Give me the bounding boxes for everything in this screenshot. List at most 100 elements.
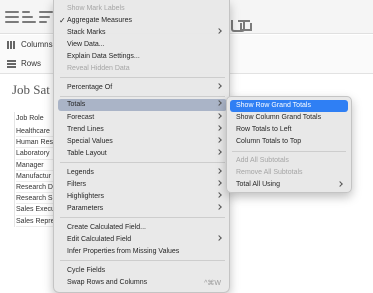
menu-item-label: Percentage Of — [67, 84, 113, 91]
menu-item-label: Parameters — [67, 205, 104, 212]
menu-item-label: Swap Rows and Columns — [67, 279, 148, 286]
presentation-icon[interactable] — [238, 20, 252, 31]
menu-item-show-mark-labels[interactable]: Show Mark Labels — [58, 3, 227, 15]
submenu-item-show-column-grand-totals[interactable]: Show Column Grand Totals — [230, 112, 348, 124]
table-row[interactable]: Laboratory — [16, 148, 56, 160]
submenu-item-label: Show Row Grand Totals — [236, 102, 311, 109]
submenu-item-label: Total All Using — [236, 181, 280, 188]
chevron-right-icon — [337, 181, 343, 187]
menu-item-percentage-of[interactable]: Percentage Of — [58, 82, 227, 94]
menu-item-label: Legends — [67, 169, 94, 176]
menu-item-totals[interactable]: Totals — [58, 99, 227, 111]
menu-item-cycle-fields[interactable]: Cycle Fields — [58, 265, 227, 277]
menu-item-reveal-hidden-data[interactable]: Reveal Hidden Data — [58, 63, 227, 75]
rows-shelf-label: Rows — [21, 59, 42, 68]
chevron-right-icon — [216, 137, 222, 143]
columns-shelf-label: Columns — [21, 40, 53, 49]
menu-item-parameters[interactable]: Parameters — [58, 203, 227, 215]
table-row[interactable]: Sales Repre — [16, 216, 56, 227]
chevron-right-icon — [216, 28, 222, 34]
checkmark-icon: ✓ — [59, 16, 66, 25]
menu-item-trend-lines[interactable]: Trend Lines — [58, 124, 227, 136]
menu-item-label: Trend Lines — [67, 126, 104, 133]
chevron-right-icon — [216, 204, 222, 210]
menu-item-label: Reveal Hidden Data — [67, 65, 130, 72]
table-row[interactable]: Sales Execu — [16, 204, 56, 216]
table-row[interactable]: Research D — [16, 182, 56, 194]
table-row[interactable]: Research S — [16, 193, 56, 205]
table-row[interactable]: Manager — [16, 160, 56, 171]
menu-item-label: Infer Properties from Missing Values — [67, 248, 180, 255]
column-header-job-role[interactable]: Job Role — [16, 115, 44, 122]
menu-item-label: View Data... — [67, 41, 105, 48]
submenu-item-label: Column Totals to Top — [236, 138, 302, 145]
chevron-right-icon — [216, 192, 222, 198]
menu-item-label: Highlighters — [67, 193, 104, 200]
chevron-right-icon — [216, 168, 222, 174]
table-row[interactable]: Manufactur — [16, 171, 56, 182]
menu-item-label: Aggregate Measures — [67, 17, 132, 24]
menu-separator — [232, 151, 346, 152]
chevron-right-icon — [216, 235, 222, 241]
menu-item-label: Show Mark Labels — [67, 5, 125, 12]
menu-item-filters[interactable]: Filters — [58, 179, 227, 191]
menu-item-create-calculated-field[interactable]: Create Calculated Field... — [58, 222, 227, 234]
chevron-right-icon — [216, 83, 222, 89]
submenu-item-remove-all-subtotals[interactable]: Remove All Subtotals — [230, 167, 348, 179]
submenu-item-add-all-subtotals[interactable]: Add All Subtotals — [230, 155, 348, 167]
submenu-item-label: Add All Subtotals — [236, 157, 289, 164]
menu-item-label: Filters — [67, 181, 87, 188]
totals-submenu: Show Row Grand Totals Show Column Grand … — [226, 96, 352, 193]
menu-item-table-layout[interactable]: Table Layout — [58, 148, 227, 160]
menu-item-infer-properties[interactable]: Infer Properties from Missing Values — [58, 246, 227, 258]
submenu-item-total-all-using[interactable]: Total All Using — [230, 179, 348, 191]
sort-icon[interactable] — [5, 11, 19, 23]
keyboard-shortcut: ^⌘W — [204, 280, 221, 287]
table-row[interactable]: Human Res — [16, 137, 56, 149]
rows-icon — [7, 60, 16, 68]
submenu-item-row-totals-to-left[interactable]: Row Totals to Left — [230, 124, 348, 136]
chevron-right-icon — [216, 113, 222, 119]
menu-item-label: Totals — [67, 101, 86, 108]
chevron-right-icon — [216, 149, 222, 155]
menu-separator — [60, 96, 225, 97]
menu-item-label: Stack Marks — [67, 29, 106, 36]
submenu-item-show-row-grand-totals[interactable]: Show Row Grand Totals — [230, 100, 348, 112]
columns-icon — [7, 41, 15, 49]
submenu-item-label: Remove All Subtotals — [236, 169, 303, 176]
chevron-right-icon — [216, 180, 222, 186]
menu-item-stack-marks[interactable]: Stack Marks — [58, 27, 227, 39]
menu-item-highlighters[interactable]: Highlighters — [58, 191, 227, 203]
sheet-title: Job Sat — [12, 82, 50, 97]
submenu-item-label: Row Totals to Left — [236, 126, 292, 133]
menu-item-label: Table Layout — [67, 150, 107, 157]
menu-separator — [60, 162, 225, 163]
menu-item-label: Cycle Fields — [67, 267, 106, 274]
menu-item-forecast[interactable]: Forecast — [58, 112, 227, 124]
menu-separator — [60, 260, 225, 261]
sort-ascending-icon[interactable] — [22, 11, 36, 23]
menu-item-label: Forecast — [67, 114, 95, 121]
menu-separator — [60, 217, 225, 218]
menu-item-aggregate-measures[interactable]: ✓ Aggregate Measures — [58, 15, 227, 27]
menu-item-label: Explain Data Settings... — [67, 53, 140, 60]
menu-item-explain-data-settings[interactable]: Explain Data Settings... — [58, 51, 227, 63]
menu-item-legends[interactable]: Legends — [58, 167, 227, 179]
menu-separator — [60, 77, 225, 78]
menu-item-special-values[interactable]: Special Values — [58, 136, 227, 148]
analysis-menu: Show Mark Labels ✓ Aggregate Measures St… — [53, 0, 230, 293]
menu-item-label: Create Calculated Field... — [67, 224, 146, 231]
menu-item-label: Edit Calculated Field — [67, 236, 132, 243]
job-role-list: Healthcare Human Res Laboratory Manager … — [16, 126, 56, 227]
submenu-item-label: Show Column Grand Totals — [236, 114, 322, 121]
menu-item-label: Special Values — [67, 138, 113, 145]
table-divider — [14, 112, 15, 227]
menu-item-swap-rows-columns[interactable]: Swap Rows and Columns ^⌘W — [58, 277, 227, 289]
menu-item-view-data[interactable]: View Data... — [58, 39, 227, 51]
sort-descending-icon[interactable] — [39, 11, 53, 23]
chevron-right-icon — [216, 100, 222, 106]
table-row[interactable]: Healthcare — [16, 126, 56, 138]
chevron-right-icon — [216, 125, 222, 131]
menu-item-edit-calculated-field[interactable]: Edit Calculated Field — [58, 234, 227, 246]
submenu-item-column-totals-to-top[interactable]: Column Totals to Top — [230, 136, 348, 148]
